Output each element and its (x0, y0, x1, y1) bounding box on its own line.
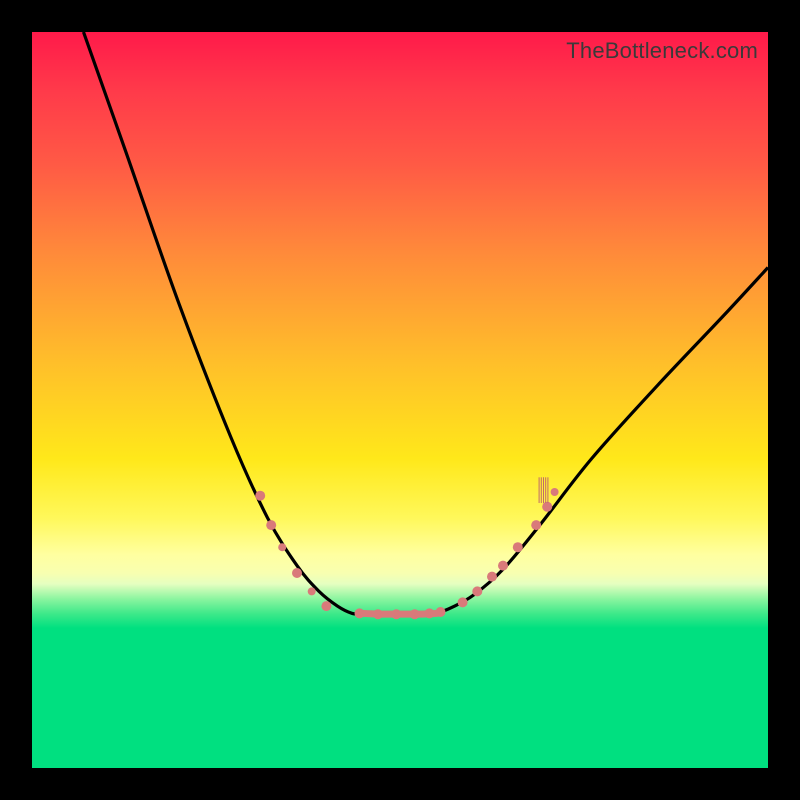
data-dot (531, 520, 541, 530)
data-dot (373, 609, 383, 619)
data-dot (513, 542, 523, 552)
data-dot (436, 607, 446, 617)
hash-marks (539, 477, 548, 503)
data-dot (458, 597, 468, 607)
data-dot (391, 609, 401, 619)
data-dot (308, 587, 316, 595)
data-dot (266, 520, 276, 530)
data-dot (487, 572, 497, 582)
data-dot (292, 568, 302, 578)
chart-frame: TheBottleneck.com (0, 0, 800, 800)
data-dot (472, 586, 482, 596)
curve-layer (32, 32, 768, 768)
data-dot (498, 561, 508, 571)
data-dot (424, 608, 434, 618)
data-dots (255, 488, 558, 619)
bottleneck-curve (84, 32, 769, 614)
data-dot (321, 601, 331, 611)
data-dot (551, 488, 559, 496)
plot-area: TheBottleneck.com (32, 32, 768, 768)
data-dot (255, 491, 265, 501)
data-dot (542, 502, 552, 512)
data-dot (355, 608, 365, 618)
data-dot (278, 543, 286, 551)
data-dot (410, 609, 420, 619)
